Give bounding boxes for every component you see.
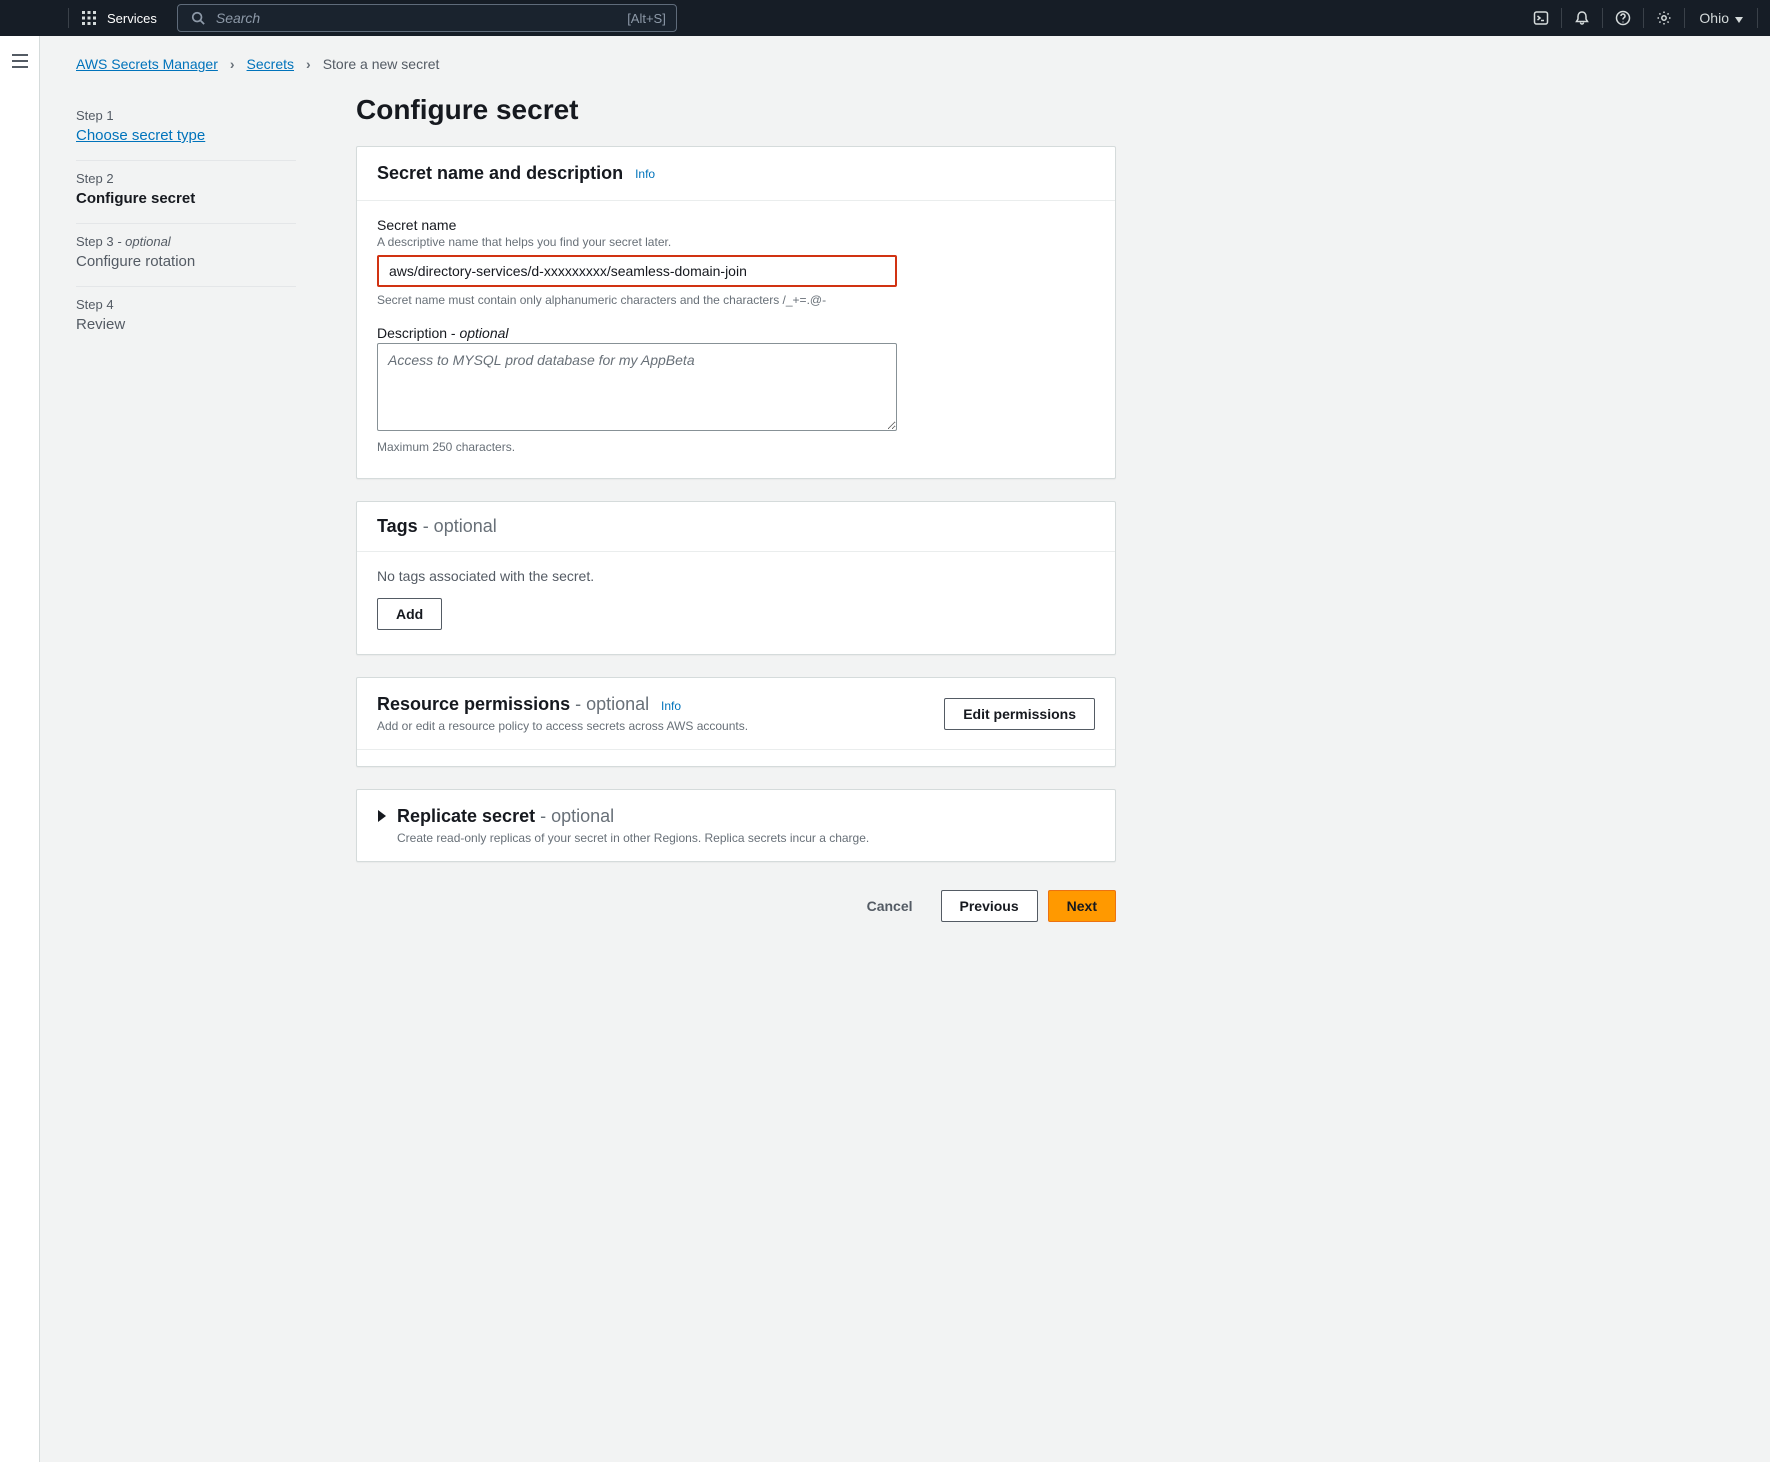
step-title[interactable]: Choose secret type bbox=[76, 127, 296, 144]
tags-panel: Tags - optional No tags associated with … bbox=[356, 501, 1116, 655]
help-icon bbox=[1613, 8, 1633, 28]
secret-name-input[interactable] bbox=[377, 255, 897, 287]
description-textarea[interactable] bbox=[377, 343, 897, 431]
services-grid-icon bbox=[79, 8, 99, 28]
help-button[interactable] bbox=[1603, 0, 1643, 36]
caret-right-icon bbox=[377, 809, 387, 825]
info-link[interactable]: Info bbox=[661, 699, 681, 713]
hamburger-icon bbox=[12, 54, 28, 71]
page-title: Configure secret bbox=[356, 94, 1116, 126]
edit-permissions-button[interactable]: Edit permissions bbox=[944, 698, 1095, 730]
services-menu-button[interactable]: Services bbox=[79, 8, 157, 28]
side-panel-toggle[interactable] bbox=[0, 36, 40, 1462]
wizard-steps: Step 1 Choose secret type Step 2 Configu… bbox=[76, 88, 296, 349]
settings-button[interactable] bbox=[1644, 0, 1684, 36]
replicate-expand-toggle[interactable]: Replicate secret - optional Create read-… bbox=[377, 806, 1095, 845]
step-number: Step 2 bbox=[76, 171, 296, 186]
next-button[interactable]: Next bbox=[1048, 890, 1116, 922]
wizard-step-1[interactable]: Step 1 Choose secret type bbox=[76, 98, 296, 161]
step-number: Step 4 bbox=[76, 297, 296, 312]
global-search[interactable]: [Alt+S] bbox=[177, 4, 677, 32]
secret-name-label: Secret name bbox=[377, 217, 1095, 233]
breadcrumb: AWS Secrets Manager › Secrets › Store a … bbox=[76, 56, 1734, 72]
resource-permissions-panel: Resource permissions - optional Info Add… bbox=[356, 677, 1116, 767]
panel-subtext: Add or edit a resource policy to access … bbox=[377, 719, 748, 733]
region-label: Ohio bbox=[1699, 10, 1729, 26]
cloudshell-icon bbox=[1531, 8, 1551, 28]
gear-icon bbox=[1654, 8, 1674, 28]
notifications-button[interactable] bbox=[1562, 0, 1602, 36]
bell-icon bbox=[1572, 8, 1592, 28]
search-icon bbox=[188, 8, 208, 28]
region-selector[interactable]: Ohio bbox=[1685, 10, 1757, 26]
breadcrumb-secrets[interactable]: Secrets bbox=[247, 56, 294, 72]
chevron-right-icon: › bbox=[306, 56, 311, 72]
top-navbar: Services [Alt+S] bbox=[0, 0, 1770, 36]
secret-name-constraint: Secret name must contain only alphanumer… bbox=[377, 293, 1095, 307]
cancel-button[interactable]: Cancel bbox=[849, 890, 931, 922]
previous-button[interactable]: Previous bbox=[941, 890, 1038, 922]
secret-name-panel: Secret name and description Info Secret … bbox=[356, 146, 1116, 479]
step-title: Configure secret bbox=[76, 190, 296, 207]
search-shortcut-label: [Alt+S] bbox=[627, 11, 666, 26]
breadcrumb-root[interactable]: AWS Secrets Manager bbox=[76, 56, 218, 72]
chevron-right-icon: › bbox=[230, 56, 235, 72]
breadcrumb-current: Store a new secret bbox=[323, 56, 440, 72]
chevron-down-icon bbox=[1735, 10, 1743, 26]
wizard-footer-actions: Cancel Previous Next bbox=[356, 884, 1116, 922]
step-number: Step 1 bbox=[76, 108, 296, 123]
services-label: Services bbox=[107, 11, 157, 26]
step-title: Configure rotation bbox=[76, 253, 296, 270]
description-label: Description - optional bbox=[377, 325, 1095, 341]
cloudshell-button[interactable] bbox=[1521, 0, 1561, 36]
panel-heading: Tags - optional bbox=[377, 516, 497, 537]
panel-heading: Secret name and description bbox=[377, 163, 623, 184]
wizard-step-4: Step 4 Review bbox=[76, 287, 296, 349]
secret-name-hint: A descriptive name that helps you find y… bbox=[377, 235, 1095, 249]
info-link[interactable]: Info bbox=[635, 167, 655, 181]
step-number: Step 3 - optional bbox=[76, 234, 296, 249]
tags-empty-text: No tags associated with the secret. bbox=[377, 568, 1095, 584]
wizard-step-3: Step 3 - optional Configure rotation bbox=[76, 224, 296, 287]
step-title: Review bbox=[76, 316, 296, 333]
panel-heading: Resource permissions - optional bbox=[377, 694, 649, 714]
search-input[interactable] bbox=[208, 10, 627, 26]
add-tag-button[interactable]: Add bbox=[377, 598, 442, 630]
panel-subtext: Create read-only replicas of your secret… bbox=[397, 831, 869, 845]
wizard-step-2: Step 2 Configure secret bbox=[76, 161, 296, 224]
description-constraint: Maximum 250 characters. bbox=[377, 440, 1095, 454]
panel-heading: Replicate secret - optional bbox=[397, 806, 614, 826]
replicate-secret-panel: Replicate secret - optional Create read-… bbox=[356, 789, 1116, 862]
